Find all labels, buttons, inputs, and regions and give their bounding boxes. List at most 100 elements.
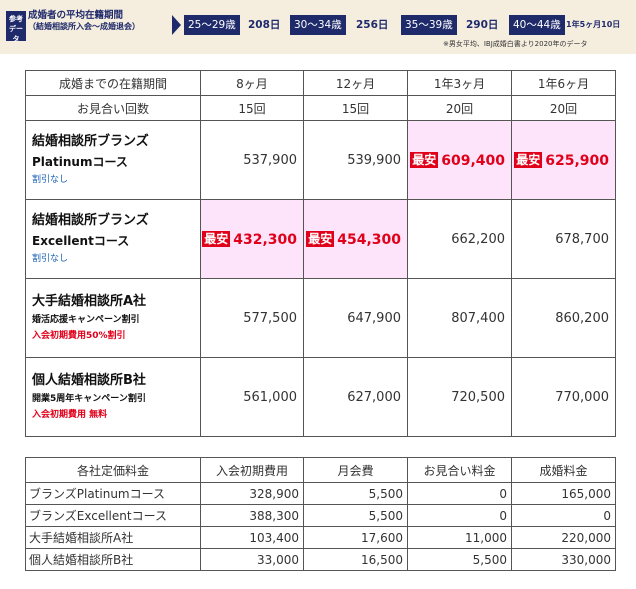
price-value: 539,900 bbox=[347, 152, 401, 168]
fee-cell: 16,500 bbox=[303, 548, 408, 571]
price-value: 662,200 bbox=[451, 231, 505, 247]
fee-cell: 0 bbox=[407, 482, 512, 505]
table-row: ブランズExcellentコース 388,300 5,500 0 0 bbox=[25, 504, 616, 527]
price-value: 627,000 bbox=[347, 389, 401, 405]
age-range-1: 25〜29歳 bbox=[184, 15, 240, 35]
column-header: 月会費 bbox=[303, 457, 408, 483]
price-cell: 627,000 bbox=[303, 357, 408, 437]
table-row-platinum: 結婚相談所ブランズ Platinumコース 割引なし 537,900 539,9… bbox=[25, 120, 616, 200]
plan-course: Platinumコース bbox=[32, 155, 128, 169]
fee-cell: 11,000 bbox=[407, 526, 512, 549]
column-header: 入会初期費用 bbox=[200, 457, 304, 483]
best-price-tag: 最安 bbox=[306, 230, 335, 247]
price-cell: 807,400 bbox=[407, 278, 512, 358]
price-value: 454,300 bbox=[337, 231, 401, 248]
meetings-header: 15回 bbox=[303, 95, 408, 121]
price-value: 720,500 bbox=[451, 389, 505, 405]
period-header: 1年6ヶ月 bbox=[511, 70, 616, 96]
meetings-header-label: お見合い回数 bbox=[25, 95, 201, 121]
banner-title: 成婚者の平均在籍期間 （結婚相談所入会〜成婚退会） bbox=[28, 10, 140, 32]
info-banner: 参考データ 成婚者の平均在籍期間 （結婚相談所入会〜成婚退会） 25〜29歳 2… bbox=[0, 0, 636, 54]
price-value: 625,900 bbox=[545, 152, 609, 169]
price-value: 577,500 bbox=[243, 310, 297, 326]
plan-company: 結婚相談所ブランズ bbox=[32, 134, 149, 149]
plan-label: ブランズPlatinumコース bbox=[25, 482, 201, 505]
price-value: 609,400 bbox=[441, 152, 505, 169]
period-header: 12ヶ月 bbox=[303, 70, 408, 96]
fee-cell: 165,000 bbox=[511, 482, 616, 505]
price-cell: 720,500 bbox=[407, 357, 512, 437]
fee-cell: 33,000 bbox=[200, 548, 304, 571]
meetings-header: 20回 bbox=[511, 95, 616, 121]
plan-discount-note: 入会初期費用50%割引 bbox=[32, 331, 126, 341]
plan-campaign: 婚活応援キャンペーン割引 bbox=[32, 315, 140, 325]
price-cell-best: 最安 454,300 bbox=[303, 199, 408, 279]
column-header: 成婚料金 bbox=[511, 457, 616, 483]
plan-label: 個人結婚相談所B社 bbox=[25, 548, 201, 571]
cost-comparison-table: 成婚までの在籍期間 8ヶ月 12ヶ月 1年3ヶ月 1年6ヶ月 お見合い回数 15… bbox=[25, 70, 616, 437]
age-value-1: 208日 bbox=[248, 19, 281, 31]
reference-badge: 参考データ bbox=[6, 11, 26, 43]
plan-course: Excellentコース bbox=[32, 234, 130, 248]
column-header: お見合い料金 bbox=[407, 457, 512, 483]
age-value-2: 256日 bbox=[356, 19, 389, 31]
period-header: 8ヶ月 bbox=[200, 70, 304, 96]
table-row: 大手結婚相談所A社 103,400 17,600 11,000 220,000 bbox=[25, 526, 616, 549]
plan-name-cell: 結婚相談所ブランズ Platinumコース 割引なし bbox=[25, 120, 201, 200]
meetings-header: 15回 bbox=[200, 95, 304, 121]
plan-discount-note: 割引なし bbox=[32, 254, 69, 264]
plan-discount-note: 入会初期費用 無料 bbox=[32, 410, 108, 420]
arrow-right-icon bbox=[172, 15, 181, 35]
age-value-3: 290日 bbox=[466, 19, 499, 31]
table-row-company-a: 大手結婚相談所A社 婚活応援キャンペーン割引 入会初期費用50%割引 577,5… bbox=[25, 278, 616, 358]
price-value: 807,400 bbox=[451, 310, 505, 326]
age-value-4: 1年5ヶ月10日 bbox=[566, 20, 621, 29]
period-header-label: 成婚までの在籍期間 bbox=[25, 70, 201, 96]
fee-cell: 5,500 bbox=[407, 548, 512, 571]
price-cell: 860,200 bbox=[511, 278, 616, 358]
plan-campaign: 開業5周年キャンペーン割引 bbox=[32, 394, 146, 404]
plan-name-cell: 結婚相談所ブランズ Excellentコース 割引なし bbox=[25, 199, 201, 279]
price-cell-best: 最安 625,900 bbox=[511, 120, 616, 200]
plan-name-cell: 個人結婚相談所B社 開業5周年キャンペーン割引 入会初期費用 無料 bbox=[25, 357, 201, 437]
price-cell-best: 最安 432,300 bbox=[200, 199, 304, 279]
plan-label: 大手結婚相談所A社 bbox=[25, 526, 201, 549]
fee-cell: 0 bbox=[407, 504, 512, 527]
price-cell: 770,000 bbox=[511, 357, 616, 437]
price-value: 860,200 bbox=[555, 310, 609, 326]
list-price-table: 各社定価料金 入会初期費用 月会費 お見合い料金 成婚料金 ブランズPlatin… bbox=[25, 457, 616, 571]
best-price-tag: 最安 bbox=[514, 151, 543, 168]
price-cell: 537,900 bbox=[200, 120, 304, 200]
table-row-excellent: 結婚相談所ブランズ Excellentコース 割引なし 最安 432,300 最安… bbox=[25, 199, 616, 279]
table-row: 個人結婚相談所B社 33,000 16,500 5,500 330,000 bbox=[25, 548, 616, 571]
plan-company: 大手結婚相談所A社 bbox=[32, 294, 147, 309]
price-value: 537,900 bbox=[243, 152, 297, 168]
plan-label: ブランズExcellentコース bbox=[25, 504, 201, 527]
fee-cell: 5,500 bbox=[303, 504, 408, 527]
plan-name-cell: 大手結婚相談所A社 婚活応援キャンペーン割引 入会初期費用50%割引 bbox=[25, 278, 201, 358]
price-value: 647,900 bbox=[347, 310, 401, 326]
price-cell: 647,900 bbox=[303, 278, 408, 358]
list-price-header-row: 各社定価料金 入会初期費用 月会費 お見合い料金 成婚料金 bbox=[25, 457, 616, 483]
fee-cell: 17,600 bbox=[303, 526, 408, 549]
plan-company: 結婚相談所ブランズ bbox=[32, 213, 149, 228]
banner-title-main: 成婚者の平均在籍期間 bbox=[28, 10, 124, 21]
price-cell: 662,200 bbox=[407, 199, 512, 279]
price-cell: 539,900 bbox=[303, 120, 408, 200]
price-cell: 577,500 bbox=[200, 278, 304, 358]
age-range-4: 40〜44歳 bbox=[509, 15, 565, 35]
fee-cell: 5,500 bbox=[303, 482, 408, 505]
meetings-header: 20回 bbox=[407, 95, 512, 121]
fee-cell: 103,400 bbox=[200, 526, 304, 549]
fee-cell: 0 bbox=[511, 504, 616, 527]
age-range-2: 30〜34歳 bbox=[290, 15, 346, 35]
price-value: 432,300 bbox=[233, 231, 297, 248]
banner-note: ※男女平均、IBJ成婚白書より2020年のデータ bbox=[443, 40, 588, 48]
price-value: 561,000 bbox=[243, 389, 297, 405]
meetings-header-row: お見合い回数 15回 15回 20回 20回 bbox=[25, 95, 616, 121]
banner-title-sub: （結婚相談所入会〜成婚退会） bbox=[28, 22, 140, 31]
price-cell: 561,000 bbox=[200, 357, 304, 437]
age-range-3: 35〜39歳 bbox=[401, 15, 457, 35]
best-price-tag: 最安 bbox=[202, 230, 231, 247]
fee-cell: 220,000 bbox=[511, 526, 616, 549]
